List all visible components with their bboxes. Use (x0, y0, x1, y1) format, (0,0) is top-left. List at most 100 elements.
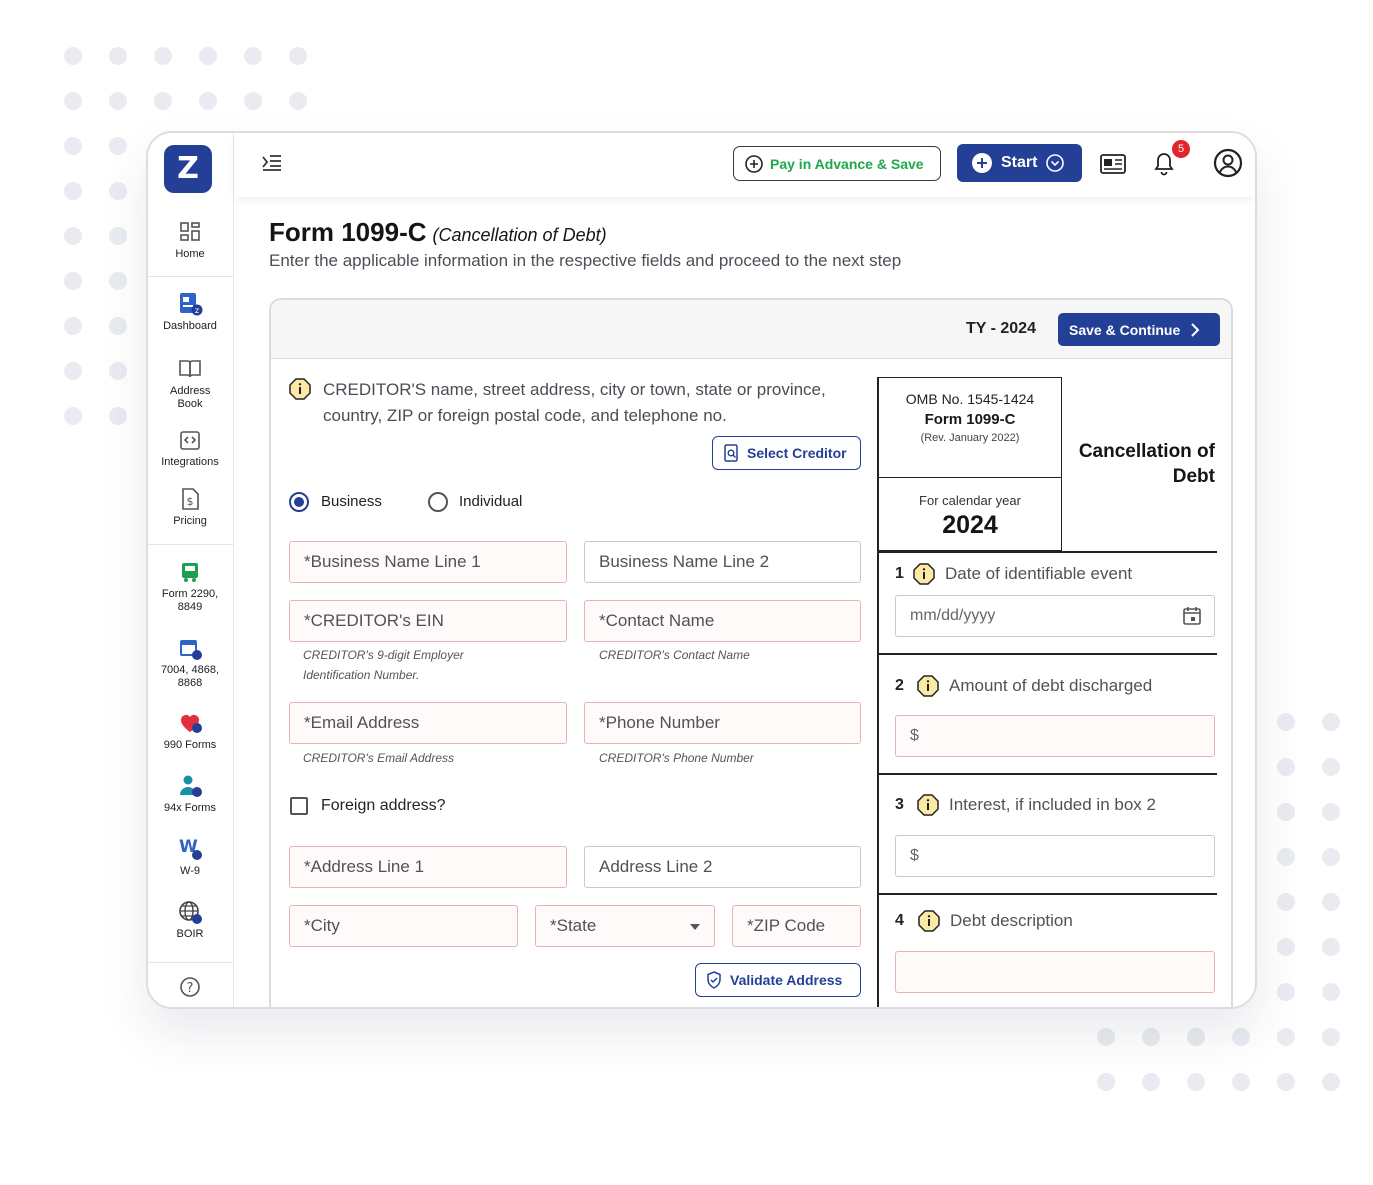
start-label: Start (1001, 154, 1038, 171)
debt-description-input[interactable] (895, 951, 1215, 993)
menu-toggle-icon[interactable] (261, 154, 283, 172)
calendar-picker-icon[interactable] (1182, 606, 1202, 626)
plus-circle-icon (972, 153, 992, 173)
calendar-year-label: For calendar year (919, 493, 1021, 508)
sidebar-item-94x[interactable]: 94x Forms (148, 773, 232, 815)
pay-in-advance-button[interactable]: Pay in Advance & Save (733, 146, 941, 181)
date-event-input[interactable]: mm/dd/yyyy (895, 595, 1215, 637)
decorative-dots-right (1277, 713, 1340, 1001)
sidebar-item-990[interactable]: 990 Forms (148, 710, 232, 752)
sidebar-divider (148, 276, 234, 277)
info-icon[interactable] (913, 563, 935, 585)
save-continue-button[interactable]: Save & Continue (1058, 313, 1220, 346)
radio-individual[interactable] (428, 492, 448, 512)
info-icon[interactable] (918, 910, 940, 932)
box-number: 4 (895, 912, 904, 929)
box-divider (879, 893, 1217, 895)
foreign-address-checkbox[interactable] (290, 797, 308, 815)
omb-header: OMB No. 1545-1424 Form 1099-C (Rev. Janu… (879, 378, 1061, 478)
truck-icon (182, 563, 198, 582)
id-card-icon[interactable] (1099, 152, 1127, 176)
form-card: TY - 2024 Save & Continue CREDITOR'S nam… (269, 298, 1233, 1007)
state-select[interactable]: *State (535, 905, 715, 947)
cancellation-title: Cancellation of Debt (1078, 441, 1215, 487)
person-icon (180, 775, 202, 797)
chevron-down-circle-icon (1046, 154, 1065, 172)
pay-in-advance-label: Pay in Advance & Save (770, 155, 924, 172)
user-avatar-icon[interactable] (1213, 148, 1243, 178)
creditor-section-label: CREDITOR'S name, street address, city or… (323, 380, 826, 425)
email-input[interactable]: *Email Address (289, 702, 567, 744)
app-logo[interactable]: Z (164, 145, 212, 193)
address-line1-input[interactable]: *Address Line 1 (289, 846, 567, 888)
contact-name-input[interactable]: *Contact Name (584, 600, 861, 642)
contact-name-hint: CREDITOR's Contact Name (599, 648, 750, 662)
sidebar-item-label: Dashboard (163, 320, 217, 332)
info-icon[interactable] (917, 794, 939, 816)
sidebar-divider (148, 544, 234, 545)
app-window: Z Home z Dashboard Address Book Integrat… (146, 131, 1257, 1009)
sidebar-item-form-2290[interactable]: Form 2290, 8849 (148, 559, 232, 614)
sidebar-item-label: Integrations (161, 456, 219, 468)
sidebar-item-label: Form 2290, 8849 (161, 588, 219, 613)
sidebar-item-pricing[interactable]: $ Pricing (148, 486, 232, 528)
card-header: TY - 2024 Save & Continue (271, 300, 1231, 359)
sidebar-item-label: Home (175, 248, 205, 260)
box-label: Amount of debt discharged (949, 676, 1153, 695)
page-title-sub: (Cancellation of Debt) (432, 225, 607, 245)
sidebar-item-label: 990 Forms (163, 739, 217, 751)
sidebar-item-label: W-9 (180, 865, 200, 877)
sidebar-item-extensions[interactable]: 7004, 4868, 8868 (148, 635, 232, 690)
notification-badge: 5 (1172, 140, 1190, 158)
phone-input[interactable]: *Phone Number (584, 702, 861, 744)
sidebar-item-label: BOIR (176, 928, 204, 940)
search-document-icon (724, 444, 738, 462)
sidebar-item-label: Pricing (173, 515, 207, 527)
bell-icon[interactable] (1153, 151, 1175, 177)
globe-icon (179, 901, 202, 924)
business-name-line1-input[interactable]: *Business Name Line 1 (289, 541, 567, 583)
sidebar-item-dashboard[interactable]: z Dashboard (148, 291, 232, 333)
top-bar: Pay in Advance & Save Start 5 (235, 133, 1255, 197)
sidebar-divider (148, 962, 234, 963)
start-button[interactable]: Start (957, 144, 1082, 182)
sidebar-item-address-book[interactable]: Address Book (148, 356, 232, 411)
page-title-text: Form 1099-C (269, 217, 427, 247)
city-input[interactable]: *City (289, 905, 518, 947)
date-placeholder: mm/dd/yyyy (910, 607, 996, 624)
sidebar: Z Home z Dashboard Address Book Integrat… (148, 133, 234, 1007)
sidebar-item-w9[interactable]: W W-9 (148, 836, 232, 878)
svg-text:z: z (195, 306, 199, 315)
phone-hint: CREDITOR's Phone Number (599, 751, 754, 765)
svg-text:?: ? (187, 981, 194, 996)
creditor-ein-input[interactable]: *CREDITOR's EIN (289, 600, 567, 642)
ein-hint: CREDITOR's 9-digit Employer Identificati… (303, 648, 464, 682)
main-content: Form 1099-C (Cancellation of Debt) Enter … (235, 197, 1255, 1007)
foreign-address-label: Foreign address? (321, 797, 446, 814)
box-number: 3 (895, 796, 904, 813)
select-creditor-label: Select Creditor (747, 445, 847, 461)
plus-circle-icon (745, 154, 763, 173)
decorative-dots-left (64, 137, 127, 425)
sidebar-item-label: 7004, 4868, 8868 (160, 664, 220, 689)
sidebar-item-integrations[interactable]: Integrations (148, 427, 232, 469)
sidebar-item-help[interactable]: ? (148, 975, 232, 1004)
radio-business[interactable] (289, 492, 309, 512)
zip-input[interactable]: *ZIP Code (732, 905, 861, 947)
address-line2-input[interactable]: Address Line 2 (584, 846, 861, 888)
business-name-line2-input[interactable]: Business Name Line 2 (584, 541, 861, 583)
sidebar-item-home[interactable]: Home (148, 219, 232, 261)
decorative-dots-top (64, 47, 307, 110)
dashboard-icon: z (180, 293, 203, 316)
info-icon[interactable] (289, 378, 311, 400)
tax-year-label: TY - 2024 (966, 320, 1036, 337)
box-number: 1 (895, 565, 904, 582)
sidebar-item-boir[interactable]: BOIR (148, 899, 232, 941)
omb-number: OMB No. 1545-1424 (905, 391, 1035, 407)
info-icon[interactable] (917, 675, 939, 697)
amount-discharged-input[interactable]: $ (895, 715, 1215, 757)
select-creditor-button[interactable]: Select Creditor (712, 436, 861, 470)
interest-input[interactable]: $ (895, 835, 1215, 877)
box-divider (879, 653, 1217, 655)
validate-address-button[interactable]: Validate Address (695, 963, 861, 997)
